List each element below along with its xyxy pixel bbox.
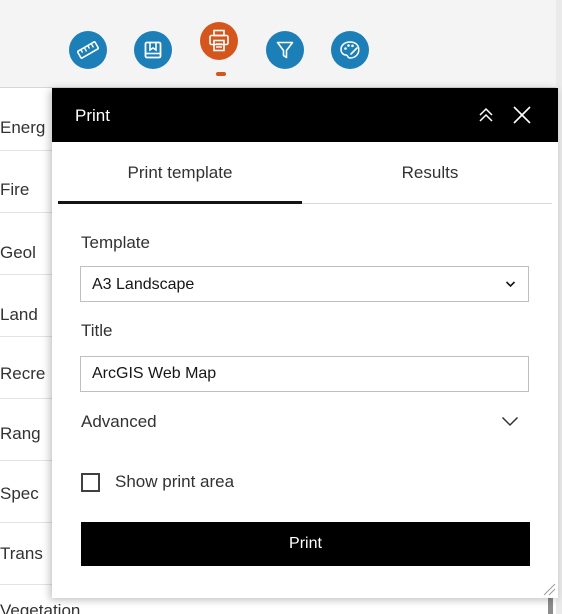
layer-divider xyxy=(0,460,60,461)
layer-item-special[interactable]: Spec xyxy=(0,484,60,504)
layer-divider xyxy=(0,584,60,585)
title-label: Title xyxy=(81,321,113,340)
chevron-down-icon xyxy=(505,281,516,288)
printer-icon xyxy=(209,29,229,52)
active-tab-indicator xyxy=(58,201,302,204)
active-tool-indicator xyxy=(216,72,226,76)
layer-item-energy[interactable]: Energ xyxy=(0,118,60,138)
layer-item-geology[interactable]: Geol xyxy=(0,243,60,263)
layer-divider xyxy=(0,212,60,213)
tab-print-template[interactable]: Print template xyxy=(58,142,302,204)
layer-divider xyxy=(0,336,60,337)
show-print-area-checkbox[interactable] xyxy=(81,473,100,492)
layer-item-fire[interactable]: Fire xyxy=(0,180,60,200)
layer-divider xyxy=(0,398,60,399)
measure-tool-button[interactable] xyxy=(69,31,107,69)
layer-item-recreation[interactable]: Recre xyxy=(0,364,60,384)
layer-divider xyxy=(0,522,60,523)
advanced-label: Advanced xyxy=(81,412,157,431)
close-icon xyxy=(513,106,531,124)
template-select-value: A3 Landscape xyxy=(92,276,195,293)
filter-tool-button[interactable] xyxy=(266,31,304,69)
print-tabs: Print template Results xyxy=(58,142,552,204)
template-select[interactable]: A3 Landscape xyxy=(80,266,529,302)
print-button[interactable]: Print xyxy=(81,522,530,566)
panel-header: Print xyxy=(52,88,558,142)
layer-item-transportation[interactable]: Trans xyxy=(0,544,60,564)
panel-title: Print xyxy=(75,106,110,125)
print-tool-button[interactable] xyxy=(200,22,238,60)
tab-results[interactable]: Results xyxy=(308,142,552,204)
template-label: Template xyxy=(81,233,150,252)
app-window: Energ Fire Geol Land Recre Rang Spec Tra… xyxy=(0,0,562,614)
basemap-tool-button[interactable] xyxy=(331,31,369,69)
bookmark-icon xyxy=(144,41,162,59)
resize-grip-icon[interactable] xyxy=(542,582,556,596)
layer-divider xyxy=(0,150,60,151)
close-panel-button[interactable] xyxy=(509,102,535,128)
collapse-panel-button[interactable] xyxy=(473,102,499,128)
chevron-down-icon xyxy=(501,416,519,427)
filter-icon xyxy=(276,41,294,59)
show-print-area-label: Show print area xyxy=(115,472,235,491)
widget-toolbar xyxy=(0,0,556,88)
print-panel: Print Print template Results Template A3… xyxy=(52,88,558,598)
layer-divider xyxy=(0,274,60,275)
title-input[interactable] xyxy=(80,356,529,392)
layer-item-range[interactable]: Rang xyxy=(0,424,60,444)
layer-item-vegetation[interactable]: Vegetation xyxy=(0,601,556,614)
scrollbar-thumb[interactable] xyxy=(548,596,553,614)
layer-item-land[interactable]: Land xyxy=(0,305,60,325)
ruler-icon xyxy=(77,41,99,59)
bookmarks-tool-button[interactable] xyxy=(134,31,172,69)
advanced-toggle[interactable]: Advanced xyxy=(80,406,529,438)
double-chevron-up-icon xyxy=(479,107,493,122)
layer-options-button[interactable]: ... xyxy=(512,604,528,614)
palette-icon xyxy=(340,41,360,59)
